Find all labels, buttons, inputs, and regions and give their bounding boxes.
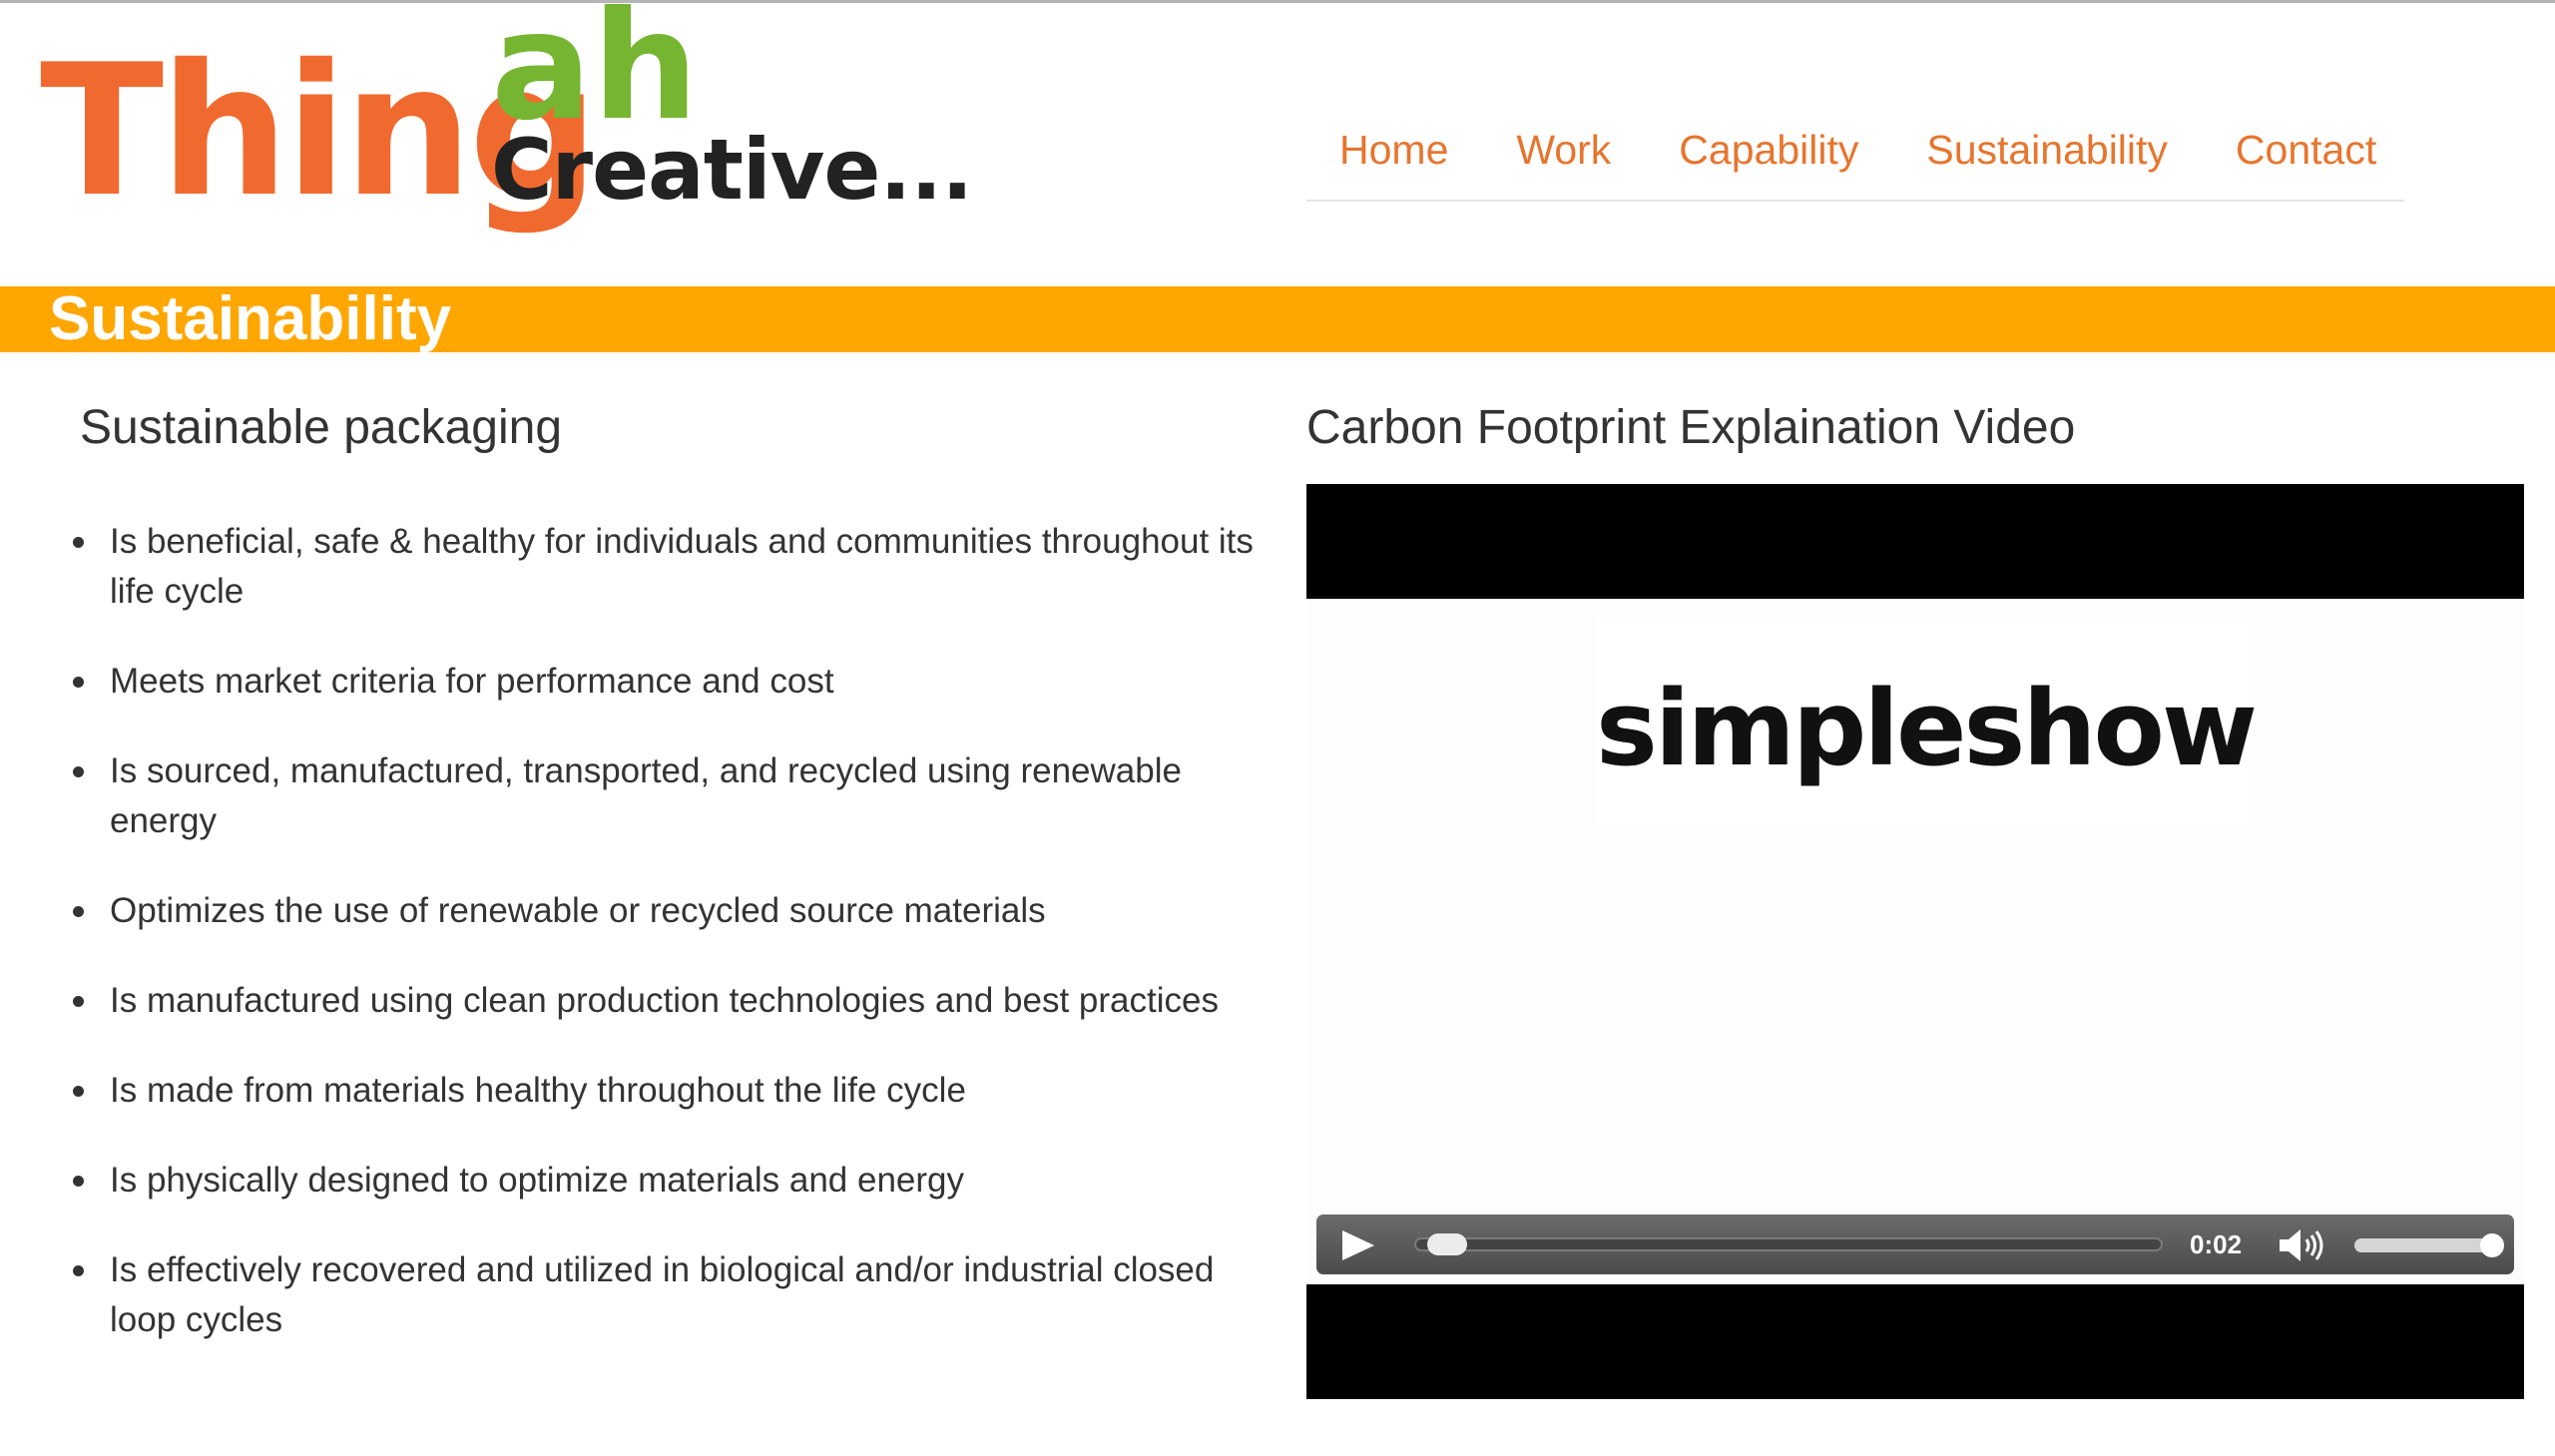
bullet-icon bbox=[73, 905, 84, 917]
packaging-section: Sustainable packaging Is beneficial, saf… bbox=[73, 399, 1258, 1385]
list-item: Is manufactured using clean production t… bbox=[73, 976, 1258, 1026]
bullet-icon bbox=[73, 765, 84, 777]
bullet-icon bbox=[73, 1175, 84, 1187]
video-frame[interactable]: simpleshow bbox=[1306, 599, 2524, 1284]
video-section: Carbon Footprint Explaination Video simp… bbox=[1306, 399, 2524, 1399]
list-item: Is physically designed to optimize mater… bbox=[73, 1156, 1258, 1206]
volume-icon[interactable] bbox=[2277, 1226, 2326, 1264]
list-item: Is effectively recovered and utilized in… bbox=[73, 1245, 1258, 1345]
list-item: Meets market criteria for performance an… bbox=[73, 657, 1258, 707]
play-icon[interactable] bbox=[1338, 1228, 1378, 1262]
list-item-text: Is manufactured using clean production t… bbox=[110, 980, 1219, 1020]
list-item-text: Is effectively recovered and utilized in… bbox=[110, 1249, 1215, 1339]
list-item-text: Is beneficial, safe & healthy for indivi… bbox=[110, 521, 1254, 611]
site-logo[interactable]: Thing ah Creative... bbox=[40, 0, 973, 259]
nav-sustainability[interactable]: Sustainability bbox=[1926, 127, 2168, 192]
video-controls: 0:02 bbox=[1316, 1214, 2514, 1274]
bullet-icon bbox=[73, 536, 84, 548]
nav-home[interactable]: Home bbox=[1339, 127, 1448, 192]
list-item-text: Meets market criteria for performance an… bbox=[110, 661, 834, 701]
list-item: Is beneficial, safe & healthy for indivi… bbox=[73, 517, 1258, 617]
list-item: Is made from materials healthy throughou… bbox=[73, 1066, 1258, 1116]
list-item-text: Is sourced, manufactured, transported, a… bbox=[110, 750, 1182, 840]
nav-contact[interactable]: Contact bbox=[2236, 127, 2376, 192]
progress-handle[interactable] bbox=[1427, 1233, 1468, 1255]
nav-work[interactable]: Work bbox=[1516, 127, 1611, 192]
bullet-icon bbox=[73, 676, 84, 688]
volume-slider[interactable] bbox=[2354, 1238, 2494, 1252]
list-item-text: Optimizes the use of renewable or recycl… bbox=[110, 890, 1046, 930]
progress-bar[interactable] bbox=[1414, 1237, 2163, 1251]
packaging-heading: Sustainable packaging bbox=[80, 401, 563, 454]
simpleshow-logo: simpleshow bbox=[1596, 668, 2258, 789]
packaging-list: Is beneficial, safe & healthy for indivi… bbox=[73, 517, 1258, 1345]
list-item-text: Is made from materials healthy throughou… bbox=[110, 1070, 966, 1110]
video-logo-card: simpleshow bbox=[1596, 617, 2258, 826]
page-title: Sustainability bbox=[49, 284, 452, 353]
nav-capability[interactable]: Capability bbox=[1679, 127, 1858, 192]
video-letterbox-top bbox=[1306, 484, 2524, 599]
list-item-text: Is physically designed to optimize mater… bbox=[110, 1160, 964, 1200]
video-letterbox-bottom bbox=[1306, 1284, 2524, 1399]
bullet-icon bbox=[73, 1264, 84, 1276]
bullet-icon bbox=[73, 1085, 84, 1097]
main-nav: Home Work Capability Sustainability Cont… bbox=[1306, 118, 2404, 202]
video-player[interactable]: simpleshow 0:02 bbox=[1306, 484, 2524, 1399]
logo-creative-text: Creative... bbox=[491, 121, 973, 219]
time-display: 0:02 bbox=[2190, 1229, 2243, 1259]
volume-handle[interactable] bbox=[2480, 1233, 2504, 1257]
page-banner: Sustainability bbox=[0, 286, 2555, 352]
list-item: Is sourced, manufactured, transported, a… bbox=[73, 746, 1258, 846]
video-heading: Carbon Footprint Explaination Video bbox=[1306, 401, 2076, 454]
list-item: Optimizes the use of renewable or recycl… bbox=[73, 886, 1258, 936]
bullet-icon bbox=[73, 995, 84, 1007]
